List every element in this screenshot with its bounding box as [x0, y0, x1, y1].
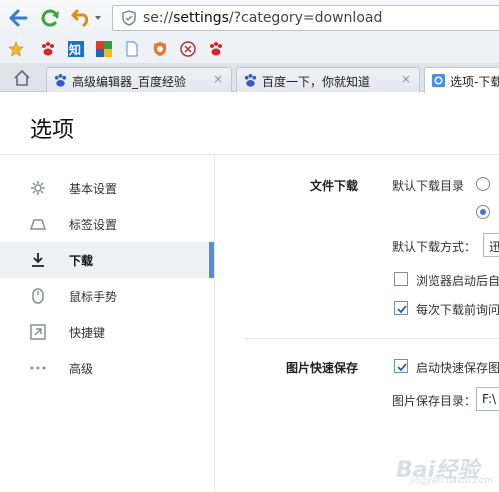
tab-close-button[interactable]: × — [213, 72, 223, 86]
sidebar-item-label: 下载 — [69, 254, 94, 268]
address-text: se://settings/?category=download — [143, 10, 382, 26]
url-host: settings — [173, 10, 229, 26]
header-divider — [0, 154, 499, 155]
sidebar-item-mouse-gesture[interactable]: 鼠标手势 — [0, 278, 214, 314]
tab-shape-icon — [30, 219, 46, 230]
sidebar-divider — [214, 155, 215, 492]
default-dir-radio-option-2[interactable] — [476, 205, 490, 219]
tab-baidu-search[interactable]: 百度一下，你就知道 × — [236, 67, 420, 92]
mouse-icon — [32, 288, 44, 304]
zhihu-icon[interactable]: 知 — [68, 41, 84, 57]
back-button[interactable] — [6, 6, 30, 30]
undo-close-tab-button[interactable] — [70, 6, 104, 30]
more-dots-icon — [30, 366, 46, 370]
tab-label: 百度一下，你就知道 — [262, 75, 371, 89]
sidebar-item-shortcuts[interactable]: 快捷键 — [0, 314, 214, 350]
section-title-file-download: 文件下载 — [310, 179, 359, 193]
taobao-icon[interactable] — [180, 41, 196, 57]
arrow-box-icon — [30, 324, 46, 340]
shield-icon — [122, 10, 136, 26]
tab-label: 高级编辑器_百度经验 — [72, 75, 187, 89]
startup-option-label: 浏览器启动后自 — [416, 274, 499, 288]
default-dir-label: 默认下载目录 — [392, 179, 465, 193]
refresh-button[interactable] — [38, 6, 62, 30]
home-button[interactable] — [13, 69, 31, 87]
colorful-logo-icon[interactable] — [96, 41, 112, 57]
page-title: 选项 — [30, 118, 75, 143]
sidebar-item-tabs[interactable]: 标签设置 — [0, 206, 214, 242]
tab-settings[interactable]: 选项-下载 — [424, 67, 499, 93]
tab-strip: 高级编辑器_百度经验 × 百度一下，你就知道 × 选项-下载 — [0, 63, 499, 93]
tab-close-button[interactable]: × — [401, 72, 411, 86]
sidebar-item-label: 高级 — [69, 362, 94, 376]
download-mode-select[interactable]: 迅 — [483, 233, 499, 257]
baidu-paw-icon — [54, 73, 67, 87]
tab-label: 选项-下载 — [450, 75, 499, 89]
baidu-jingyan-watermark: Bai经验 jingyan.baidu.com — [388, 452, 498, 490]
sidebar-item-basic[interactable]: 基本设置 — [0, 170, 214, 206]
gear-icon — [431, 73, 446, 88]
save-dir-value: F:\ — [482, 392, 497, 406]
ask-before-download-checkbox[interactable] — [394, 301, 408, 315]
baidu-paw-icon[interactable] — [208, 41, 224, 57]
save-dir-field[interactable]: F:\ — [476, 387, 499, 411]
refresh-icon — [41, 9, 59, 27]
bookmarks-bar: 知 — [0, 36, 499, 63]
save-dir-label: 图片保存目录： — [392, 394, 477, 408]
sidebar-item-download[interactable]: 下载 — [0, 242, 214, 278]
baidu-paw-icon — [244, 73, 257, 87]
back-arrow-icon — [9, 9, 28, 27]
download-icon — [32, 253, 44, 267]
sidebar-item-label: 基本设置 — [69, 182, 118, 196]
ask-before-download-label: 每次下载前询问 — [416, 303, 499, 317]
url-scheme: se:// — [143, 10, 174, 26]
zhihu-glyph: 知 — [69, 43, 82, 57]
favorites-star-icon[interactable] — [8, 41, 24, 57]
watermark-domain: jingyan.baidu.com — [410, 476, 494, 486]
enable-quick-save-label: 启动快速保存图 — [416, 361, 499, 375]
sidebar-item-label: 标签设置 — [69, 218, 118, 232]
checkmark-icon — [397, 363, 407, 372]
navigation-toolbar: se://settings/?category=download — [0, 0, 499, 36]
baidu-paw-icon[interactable] — [40, 41, 56, 57]
section-title-image-save: 图片快速保存 — [286, 361, 359, 375]
checkmark-icon — [397, 305, 407, 314]
shield-badge-icon[interactable] — [152, 41, 168, 57]
document-icon[interactable] — [124, 41, 140, 57]
section-divider — [244, 338, 499, 339]
enable-quick-save-checkbox[interactable] — [394, 359, 408, 373]
address-bar[interactable]: se://settings/?category=download — [112, 5, 499, 31]
startup-checkbox[interactable] — [394, 272, 408, 286]
gear-icon — [31, 181, 45, 195]
undo-icon — [71, 9, 101, 27]
sidebar-item-label: 鼠标手势 — [69, 290, 118, 304]
url-path: /?category=download — [228, 10, 383, 26]
sidebar-item-advanced[interactable]: 高级 — [0, 350, 214, 386]
download-mode-value: 迅 — [489, 240, 499, 254]
download-mode-label: 默认下载方式： — [392, 240, 477, 254]
home-icon — [14, 69, 30, 86]
default-dir-radio-option-1[interactable] — [476, 177, 490, 191]
tab-baidu-jingyan[interactable]: 高级编辑器_百度经验 × — [46, 67, 232, 92]
sidebar-item-label: 快捷键 — [69, 326, 106, 340]
